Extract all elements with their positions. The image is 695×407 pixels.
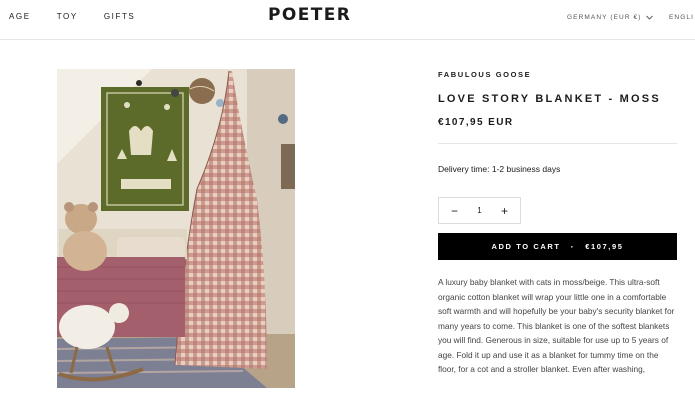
nav-item-gifts[interactable]: GIFTS <box>104 12 136 21</box>
logo[interactable]: POETER <box>268 5 351 25</box>
nav-item-toy[interactable]: TOY <box>57 12 78 21</box>
minus-icon[interactable]: − <box>451 205 458 217</box>
quantity-value[interactable]: 1 <box>477 206 481 215</box>
add-to-cart-label: ADD TO CART <box>491 242 561 251</box>
cart-button-price: €107,95 <box>585 242 624 251</box>
divider <box>438 143 677 144</box>
product-description: A luxury baby blanket with cats in moss/… <box>438 277 675 374</box>
language-selector[interactable]: ENGLI <box>669 14 694 21</box>
separator-dot: · <box>570 241 576 252</box>
country-label: GERMANY (EUR €) <box>567 14 642 21</box>
site-header: AGE TOY GIFTS POETER GERMANY (EUR €) ENG… <box>0 0 695 40</box>
product-vendor[interactable]: FABULOUS GOOSE <box>438 70 678 79</box>
nav-item-age[interactable]: AGE <box>9 12 31 21</box>
product-price: €107,95 EUR <box>438 117 514 128</box>
product-title: LOVE STORY BLANKET - MOSS <box>438 93 661 105</box>
country-selector[interactable]: GERMANY (EUR €) <box>567 14 653 21</box>
plus-icon[interactable]: + <box>501 205 508 217</box>
delivery-time: Delivery time: 1-2 business days <box>438 164 561 174</box>
chevron-down-icon <box>645 15 653 20</box>
quantity-stepper: − 1 + <box>438 197 521 224</box>
product-info: FABULOUS GOOSE LOVE STORY BLANKET - MOSS… <box>438 69 678 377</box>
product-photo <box>57 69 295 388</box>
add-to-cart-button[interactable]: ADD TO CART · €107,95 <box>438 233 677 260</box>
main-nav: AGE TOY GIFTS <box>9 12 161 21</box>
product-image[interactable] <box>57 69 295 388</box>
